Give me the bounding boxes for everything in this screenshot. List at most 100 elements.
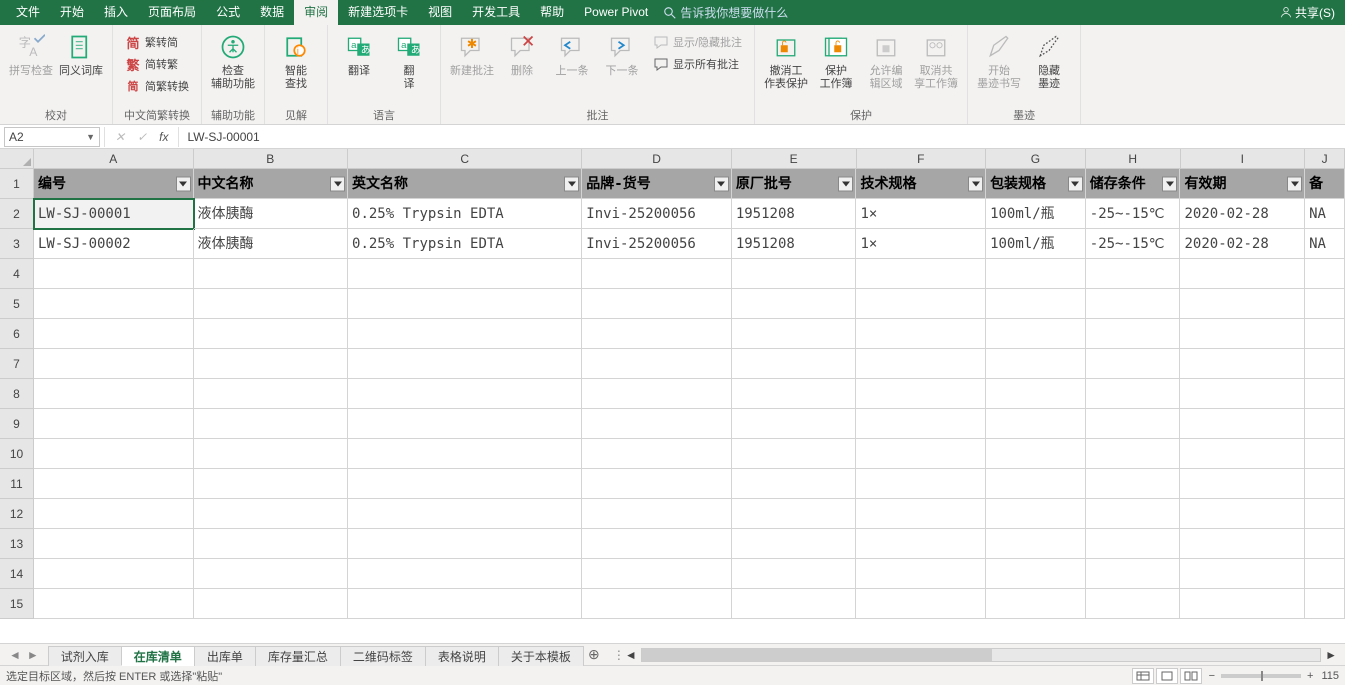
cell-J12[interactable] <box>1305 499 1345 529</box>
cell-J9[interactable] <box>1305 409 1345 439</box>
row-header-11[interactable]: 11 <box>0 469 34 499</box>
cell-G6[interactable] <box>986 319 1086 349</box>
cell-J15[interactable] <box>1305 589 1345 619</box>
cell-I2[interactable]: 2020-02-28 <box>1180 199 1305 229</box>
cell-E1[interactable]: 原厂批号 <box>732 169 857 199</box>
cell-G10[interactable] <box>986 439 1086 469</box>
cell-I11[interactable] <box>1180 469 1305 499</box>
cell-F7[interactable] <box>856 349 986 379</box>
cell-I10[interactable] <box>1180 439 1305 469</box>
cell-H13[interactable] <box>1086 529 1181 559</box>
cell-J7[interactable] <box>1305 349 1345 379</box>
cell-E5[interactable] <box>732 289 857 319</box>
cell-F3[interactable]: 1× <box>856 229 986 259</box>
start-ink-button[interactable]: 开始 墨迹书写 <box>974 29 1024 93</box>
cell-A12[interactable] <box>34 499 194 529</box>
cell-G2[interactable]: 100ml/瓶 <box>986 199 1086 229</box>
hide-ink-button[interactable]: 隐藏 墨迹 <box>1024 29 1074 93</box>
simp-to-trad-button[interactable]: 繁简转繁 <box>121 53 193 75</box>
cell-A13[interactable] <box>34 529 194 559</box>
cell-B1[interactable]: 中文名称 <box>194 169 349 199</box>
cell-G1[interactable]: 包装规格 <box>986 169 1086 199</box>
cell-B9[interactable] <box>194 409 349 439</box>
cell-B5[interactable] <box>194 289 349 319</box>
translate-button[interactable]: aあ 翻译 <box>334 29 384 80</box>
cell-I14[interactable] <box>1180 559 1305 589</box>
cell-A8[interactable] <box>34 379 194 409</box>
prev-comment-button[interactable]: 上一条 <box>547 29 597 80</box>
cell-C2[interactable]: 0.25% Trypsin EDTA <box>348 199 582 229</box>
ribbon-tab-视图[interactable]: 视图 <box>418 0 462 25</box>
col-header-I[interactable]: I <box>1181 149 1306 169</box>
cell-H10[interactable] <box>1086 439 1181 469</box>
cell-E6[interactable] <box>732 319 857 349</box>
cell-I15[interactable] <box>1180 589 1305 619</box>
cell-F10[interactable] <box>856 439 986 469</box>
cancel-icon[interactable]: ✕ <box>109 130 131 144</box>
hscroll-right-icon[interactable]: ► <box>1325 648 1337 662</box>
ribbon-tab-开发工具[interactable]: 开发工具 <box>462 0 530 25</box>
accessibility-check-button[interactable]: 检查 辅助功能 <box>208 29 258 93</box>
ribbon-tab-Power Pivot[interactable]: Power Pivot <box>574 0 658 25</box>
col-header-C[interactable]: C <box>348 149 582 169</box>
normal-view-button[interactable] <box>1132 668 1154 684</box>
cell-E8[interactable] <box>732 379 857 409</box>
cell-J1[interactable]: 备 <box>1305 169 1345 199</box>
zoom-control[interactable]: − + 115 <box>1209 670 1339 682</box>
sheet-tab-二维码标签[interactable]: 二维码标签 <box>340 646 426 666</box>
cell-G7[interactable] <box>986 349 1086 379</box>
cell-I1[interactable]: 有效期 <box>1180 169 1305 199</box>
cell-J11[interactable] <box>1305 469 1345 499</box>
cell-H8[interactable] <box>1086 379 1181 409</box>
smart-lookup-button[interactable]: i 智能 查找 <box>271 29 321 93</box>
cell-H6[interactable] <box>1086 319 1181 349</box>
trad-to-simp-button[interactable]: 简繁转简 <box>121 31 193 53</box>
ribbon-tab-审阅[interactable]: 审阅 <box>294 0 338 25</box>
row-header-4[interactable]: 4 <box>0 259 34 289</box>
delete-comment-button[interactable]: 删除 <box>497 29 547 80</box>
cell-F2[interactable]: 1× <box>856 199 986 229</box>
cell-C1[interactable]: 英文名称 <box>348 169 582 199</box>
cell-C5[interactable] <box>348 289 582 319</box>
cell-A11[interactable] <box>34 469 194 499</box>
row-header-13[interactable]: 13 <box>0 529 34 559</box>
row-header-7[interactable]: 7 <box>0 349 34 379</box>
cell-I6[interactable] <box>1180 319 1305 349</box>
sheet-nav[interactable]: ◄► <box>0 648 48 662</box>
cell-D1[interactable]: 品牌-货号 <box>582 169 732 199</box>
cell-D4[interactable] <box>582 259 732 289</box>
ribbon-tab-开始[interactable]: 开始 <box>50 0 94 25</box>
filter-button[interactable] <box>714 176 729 191</box>
cell-E9[interactable] <box>732 409 857 439</box>
ribbon-tab-插入[interactable]: 插入 <box>94 0 138 25</box>
cell-B13[interactable] <box>194 529 349 559</box>
cell-A7[interactable] <box>34 349 194 379</box>
sheet-tab-在库清单[interactable]: 在库清单 <box>121 646 195 666</box>
cell-I9[interactable] <box>1180 409 1305 439</box>
cell-F15[interactable] <box>856 589 986 619</box>
cell-H4[interactable] <box>1086 259 1181 289</box>
cell-E7[interactable] <box>732 349 857 379</box>
zoom-in-button[interactable]: + <box>1307 670 1313 682</box>
row-header-6[interactable]: 6 <box>0 319 34 349</box>
cell-A15[interactable] <box>34 589 194 619</box>
cell-F4[interactable] <box>856 259 986 289</box>
cell-G8[interactable] <box>986 379 1086 409</box>
thesaurus-button[interactable]: 同义词库 <box>56 29 106 80</box>
cell-I12[interactable] <box>1180 499 1305 529</box>
row-header-1[interactable]: 1 <box>0 169 34 199</box>
cell-C6[interactable] <box>348 319 582 349</box>
cell-J13[interactable] <box>1305 529 1345 559</box>
ribbon-tab-文件[interactable]: 文件 <box>6 0 50 25</box>
page-layout-view-button[interactable] <box>1156 668 1178 684</box>
zoom-out-button[interactable]: − <box>1209 670 1215 682</box>
cell-C14[interactable] <box>348 559 582 589</box>
sheet-tab-表格说明[interactable]: 表格说明 <box>425 646 499 666</box>
cell-I13[interactable] <box>1180 529 1305 559</box>
cell-E13[interactable] <box>732 529 857 559</box>
cell-B3[interactable]: 液体胰酶 <box>194 229 349 259</box>
cell-D6[interactable] <box>582 319 732 349</box>
cell-H9[interactable] <box>1086 409 1181 439</box>
cell-E4[interactable] <box>732 259 857 289</box>
enter-icon[interactable]: ✓ <box>131 130 153 144</box>
